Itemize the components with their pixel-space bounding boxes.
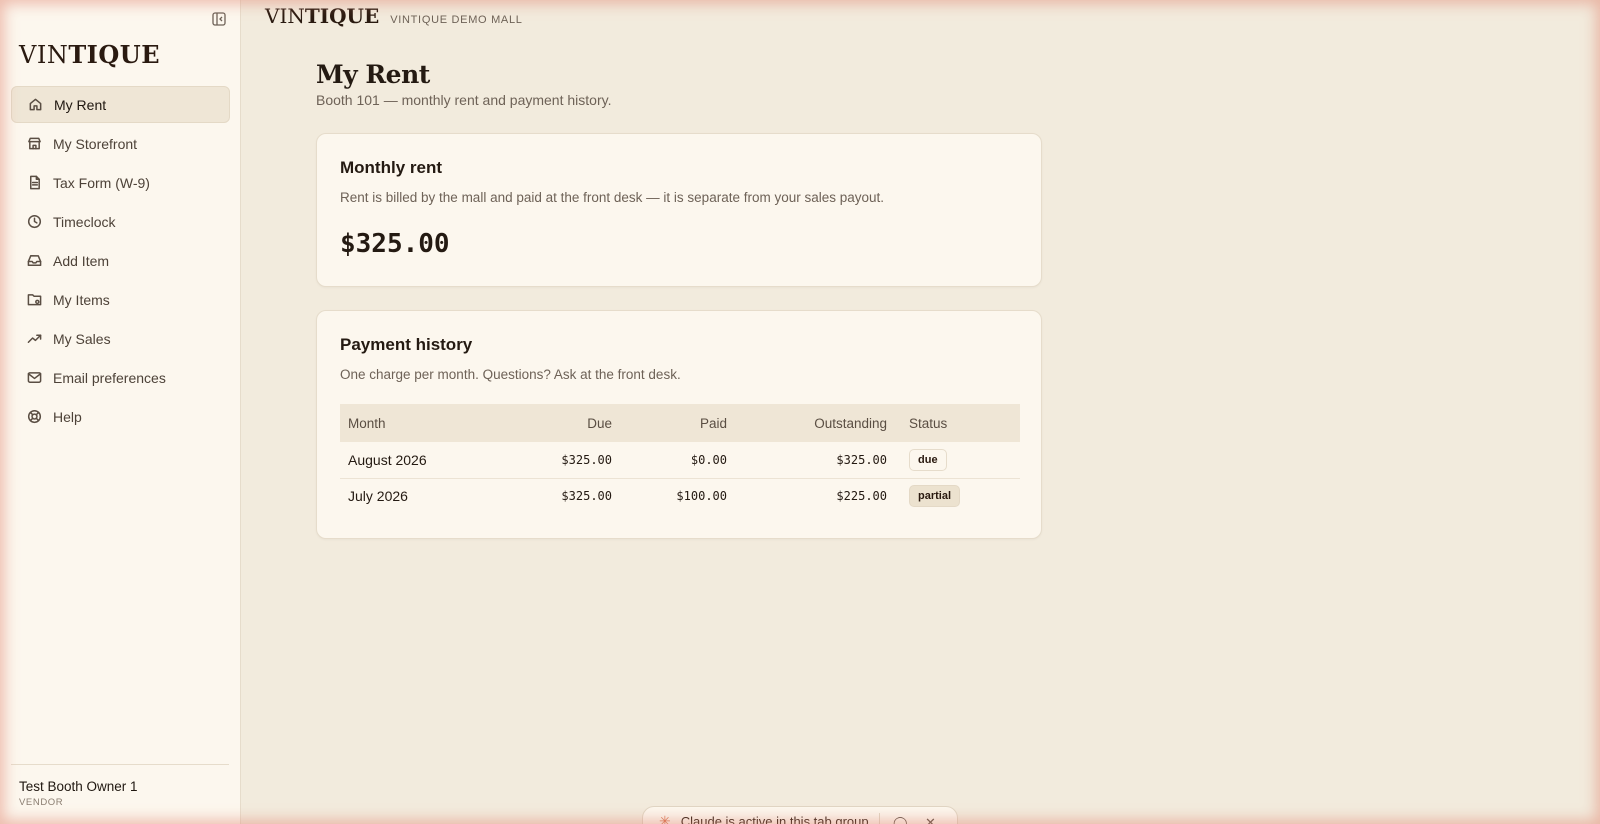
sidebar-item-label: Tax Form (W-9): [53, 174, 150, 191]
document-icon: [26, 175, 42, 191]
column-header-outstanding: Outstanding: [814, 415, 887, 431]
card-title: Payment history: [340, 335, 473, 354]
rent-amount: $325.00: [340, 229, 450, 259]
logo-light-text: VIN: [265, 4, 305, 28]
lifebuoy-icon: [26, 409, 42, 425]
page-subtitle: Booth 101 — monthly rent and payment his…: [316, 92, 612, 108]
user-profile[interactable]: Test Booth Owner 1 VENDOR: [11, 764, 229, 808]
sidebar-toggle-icon: [212, 12, 226, 26]
sidebar-item-label: My Items: [53, 291, 110, 308]
sidebar-item-my-items[interactable]: My Items: [11, 281, 230, 318]
sidebar-item-label: My Sales: [53, 330, 111, 347]
user-name: Test Booth Owner 1: [19, 779, 138, 794]
sidebar-item-timeclock[interactable]: Timeclock: [11, 203, 230, 240]
table-row: August 2026 $325.00 $0.00 $325.00 due: [340, 442, 1020, 479]
sidebar-item-label: Email preferences: [53, 369, 166, 386]
toast-text: Claude is active in this tab group: [680, 813, 869, 824]
card-description: One charge per month. Questions? Ask at …: [340, 367, 681, 382]
sidebar-item-my-rent[interactable]: My Rent: [11, 86, 230, 123]
cell-month: August 2026: [340, 442, 520, 479]
sidebar-item-label: My Rent: [54, 96, 107, 113]
sidebar-logo[interactable]: VINTIQUE: [19, 40, 160, 69]
sidebar-item-help[interactable]: Help: [11, 398, 230, 435]
sidebar-item-my-sales[interactable]: My Sales: [11, 320, 230, 357]
agent-status-toast: ✳ Claude is active in this tab group ◯ ✕: [642, 806, 958, 824]
cell-paid: $0.00: [620, 442, 735, 479]
status-badge: partial: [909, 485, 961, 508]
table-header-row: Month Due Paid Outstanding Status: [340, 404, 1020, 442]
cell-due: $325.00: [520, 442, 620, 479]
logo-light-text: VIN: [19, 41, 69, 69]
folder-icon: [26, 292, 42, 308]
header-logo[interactable]: VINTIQUE: [265, 4, 379, 28]
sidebar-item-email-preferences[interactable]: Email preferences: [11, 359, 230, 396]
sidebar-item-label: Add Item: [53, 252, 110, 269]
card-description: Rent is billed by the mall and paid at t…: [340, 190, 885, 205]
cell-status: partial: [895, 478, 1020, 514]
status-badge: due: [909, 448, 947, 471]
user-role: VENDOR: [19, 797, 64, 808]
page-title: My Rent: [316, 60, 430, 89]
sidebar-item-label: Help: [53, 408, 82, 425]
cell-due: $325.00: [561, 489, 612, 504]
cell-paid: $100.00: [676, 489, 727, 504]
sidebar-item-tax-form[interactable]: Tax Form (W-9): [11, 164, 230, 201]
cell-outstanding: $225.00: [836, 489, 887, 504]
payment-history-table: Month Due Paid Outstanding Status August…: [340, 404, 1020, 514]
logo-bold-text: TIQUE: [68, 40, 161, 69]
cell-outstanding: $325.00: [735, 442, 895, 479]
sidebar-item-label: Timeclock: [53, 213, 116, 230]
sidebar-item-my-storefront[interactable]: My Storefront: [11, 125, 230, 162]
home-icon: [27, 97, 43, 113]
card-title: Monthly rent: [340, 158, 442, 177]
table-row: July 2026 $325.00 $100.00 $225.00 partia…: [340, 478, 1020, 514]
cell-month: July 2026: [348, 488, 408, 505]
mail-icon: [26, 370, 42, 386]
sidebar-item-add-item[interactable]: Add Item: [11, 242, 230, 279]
logo-bold-text: TIQUE: [304, 4, 380, 28]
clock-icon: [26, 214, 42, 230]
sidebar-item-label: My Storefront: [53, 135, 138, 152]
sidebar-nav: My Rent My Storefront Tax Form (W-9) Tim…: [11, 86, 230, 437]
close-icon[interactable]: ✕: [925, 815, 936, 824]
trending-up-icon: [26, 331, 42, 347]
column-header-paid: Paid: [699, 415, 727, 431]
mall-name: VINTIQUE DEMO MALL: [390, 14, 523, 26]
spark-icon: ✳: [659, 812, 671, 824]
column-header-due: Due: [587, 415, 612, 431]
payment-history-card: Payment history One charge per month. Qu…: [316, 310, 1042, 539]
sidebar: VINTIQUE My Rent My Storefront Tax Form …: [0, 0, 241, 824]
cell-status: due: [895, 442, 1020, 479]
toast-divider: [879, 813, 880, 824]
column-header-month: Month: [348, 415, 386, 431]
monthly-rent-card: Monthly rent Rent is billed by the mall …: [316, 133, 1042, 287]
pause-icon[interactable]: ◯: [893, 815, 908, 824]
column-header-status: Status: [909, 415, 948, 431]
top-header: VINTIQUE VINTIQUE DEMO MALL: [265, 4, 523, 28]
inbox-icon: [26, 253, 42, 269]
collapse-sidebar-button[interactable]: [211, 11, 227, 27]
store-icon: [26, 136, 42, 152]
